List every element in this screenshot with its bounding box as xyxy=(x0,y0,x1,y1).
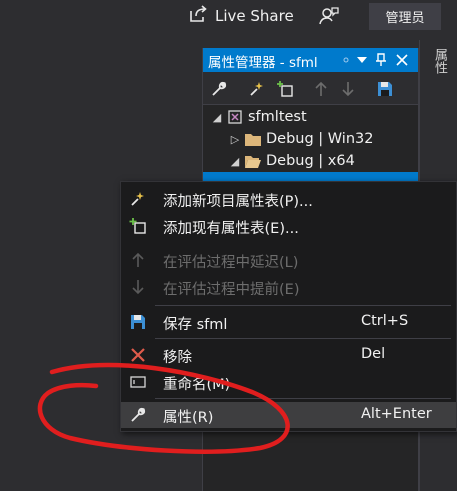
tree-item-debug-win32[interactable]: ▷ Debug | Win32 xyxy=(229,128,374,150)
panel-toolbar xyxy=(203,72,418,105)
properties-side-tab-label: 属性 xyxy=(432,48,447,74)
save-icon xyxy=(129,314,147,330)
menu-item-shortcut: Ctrl+S xyxy=(361,313,409,329)
menu-item-label: 保存 sfml xyxy=(163,317,228,333)
project-icon xyxy=(227,109,243,125)
admin-badge[interactable]: 管理员 xyxy=(369,3,441,30)
add-existing-property-sheet-icon xyxy=(129,218,147,234)
arrow-down-icon xyxy=(129,279,147,295)
menu-item-shortcut: Del xyxy=(361,346,386,362)
add-new-property-sheet-icon[interactable] xyxy=(247,79,267,99)
menu-item-label: 重命名(M) xyxy=(163,377,231,393)
arrow-up-icon xyxy=(129,252,147,268)
feedback-person-icon xyxy=(318,7,340,31)
live-share-label: Live Share xyxy=(215,7,294,25)
menu-separator xyxy=(155,338,451,339)
menu-item-add-new-property-sheet[interactable]: 添加新项目属性表(P)... xyxy=(121,186,456,212)
share-icon xyxy=(188,5,208,27)
folder-open-icon xyxy=(245,153,261,169)
feedback-button[interactable] xyxy=(318,5,340,27)
menu-item-rename[interactable]: 重命名(M) xyxy=(121,369,456,395)
expanded-arrow-icon[interactable]: ◢ xyxy=(211,111,223,124)
tree-item-label: Debug | x64 xyxy=(266,153,355,169)
menu-item-label: 添加现有属性表(E)... xyxy=(163,221,299,237)
menu-separator xyxy=(155,305,451,306)
panel-title-bar: 属性管理器 - sfml xyxy=(203,48,418,72)
wrench-icon[interactable] xyxy=(209,79,229,99)
add-existing-property-sheet-icon[interactable] xyxy=(275,79,295,99)
menu-item-label: 在评估过程中提前(E) xyxy=(163,282,300,298)
menu-item-move-up: 在评估过程中延迟(L) xyxy=(121,247,456,273)
tree-item-label: Debug | Win32 xyxy=(266,131,374,147)
folder-icon xyxy=(245,131,261,147)
menu-item-add-existing-property-sheet[interactable]: 添加现有属性表(E)... xyxy=(121,213,456,239)
tree-item-sfmltest[interactable]: ◢ sfmltest xyxy=(211,106,307,128)
close-icon[interactable] xyxy=(394,52,410,68)
menu-item-label: 添加新项目属性表(P)... xyxy=(163,194,313,210)
collapsed-arrow-icon[interactable]: ▷ xyxy=(229,133,241,146)
menu-item-save[interactable]: 保存 sfml Ctrl+S xyxy=(121,309,456,335)
context-menu: 添加新项目属性表(P)... 添加现有属性表(E)... 在评估过程中延迟(L)… xyxy=(120,181,457,432)
tree-item-debug-x64[interactable]: ◢ Debug | x64 xyxy=(229,150,355,172)
move-up-icon[interactable] xyxy=(311,79,331,99)
expanded-arrow-icon[interactable]: ◢ xyxy=(229,155,241,168)
menu-separator xyxy=(155,398,451,399)
panel-title: 属性管理器 - sfml xyxy=(208,55,318,71)
rename-icon xyxy=(129,374,147,390)
pin-icon[interactable] xyxy=(373,52,389,68)
menu-item-label: 在评估过程中延迟(L) xyxy=(163,255,299,271)
dropdown-arrow-icon[interactable] xyxy=(354,52,370,68)
tree-item-label: sfmltest xyxy=(248,109,307,125)
wrench-icon xyxy=(129,407,147,423)
menu-item-remove[interactable]: 移除 Del xyxy=(121,342,456,368)
tree-item-sfml-selected[interactable] xyxy=(203,172,418,181)
live-share-button[interactable]: Live Share xyxy=(188,5,294,27)
add-new-property-sheet-icon xyxy=(129,191,147,207)
remove-icon xyxy=(129,347,147,363)
menu-item-move-down: 在评估过程中提前(E) xyxy=(121,274,456,300)
menu-item-label: 属性(R) xyxy=(163,410,214,426)
menu-item-label: 移除 xyxy=(163,350,192,366)
title-bar: Live Share 管理员 xyxy=(0,0,457,36)
save-icon[interactable] xyxy=(375,79,395,99)
move-down-icon[interactable] xyxy=(338,79,358,99)
pin-dots-icon[interactable] xyxy=(338,52,354,68)
menu-item-properties[interactable]: 属性(R) Alt+Enter xyxy=(121,402,456,428)
menu-item-shortcut: Alt+Enter xyxy=(361,406,432,422)
